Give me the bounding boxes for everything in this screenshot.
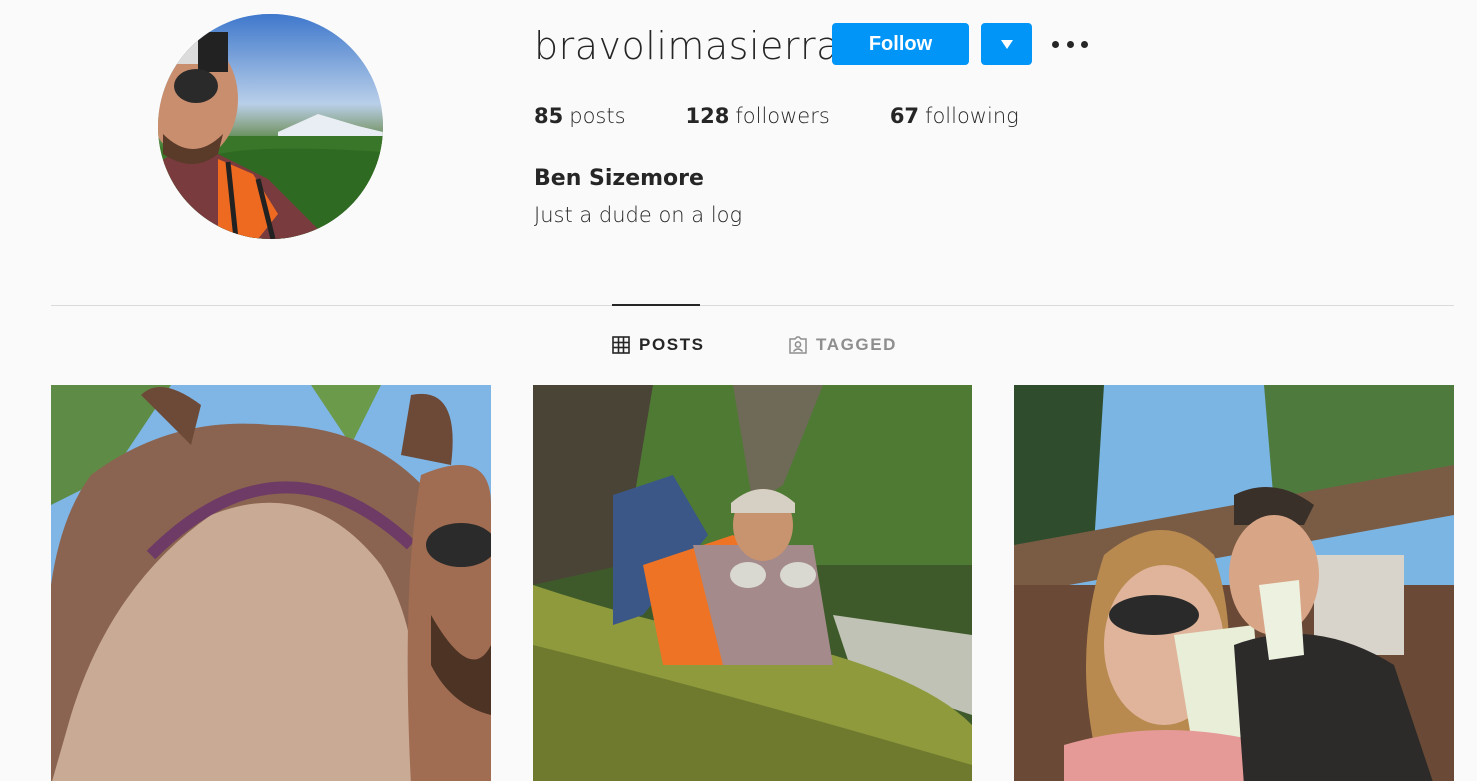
- followers-count-label: followers: [735, 104, 830, 128]
- chevron-down-icon: [1000, 39, 1013, 49]
- following-link[interactable]: 67 following: [890, 104, 1019, 128]
- more-options-button[interactable]: [1052, 34, 1088, 54]
- following-count-label: following: [925, 104, 1019, 128]
- post-thumbnail-horse-selfie[interactable]: [51, 385, 491, 781]
- following-count-number: 67: [889, 104, 920, 128]
- bio: Just a dude on a log: [534, 203, 743, 227]
- posts-count: 85 posts: [534, 104, 626, 128]
- full-name: Ben Sizemore: [534, 166, 704, 191]
- username: bravolimasierra: [534, 24, 840, 68]
- more-options-icon: [1066, 40, 1074, 48]
- post-thumbnail-couple-drinking[interactable]: [1014, 385, 1454, 781]
- grid-icon: [612, 336, 630, 354]
- post-thumbnail-man-on-log[interactable]: [533, 385, 972, 781]
- follow-button[interactable]: Follow: [832, 23, 969, 65]
- tabs-divider: [51, 305, 1454, 306]
- followers-link[interactable]: 128 followers: [686, 104, 830, 128]
- profile-stats: 85 posts 128 followers 67 following: [534, 104, 1079, 128]
- tab-tagged-label: TAGGED: [816, 335, 898, 354]
- tab-tagged[interactable]: TAGGED: [789, 335, 897, 355]
- tab-posts[interactable]: POSTS: [612, 335, 705, 355]
- tagged-icon: [789, 336, 807, 354]
- avatar-image: [158, 14, 383, 239]
- active-tab-indicator: [612, 304, 700, 306]
- couple-drinking-image: [1014, 385, 1454, 781]
- suggested-accounts-button[interactable]: [981, 23, 1032, 65]
- profile-page: bravolimasierra Follow 85 posts 128 follow…: [0, 0, 1477, 781]
- followers-count-number: 128: [685, 104, 730, 128]
- horse-selfie-image: [51, 385, 491, 781]
- tab-posts-label: POSTS: [639, 335, 705, 354]
- more-options-icon: [1081, 40, 1088, 48]
- posts-count-label: posts: [569, 104, 626, 128]
- avatar[interactable]: [158, 14, 383, 239]
- more-options-icon: [1052, 40, 1059, 48]
- posts-count-number: 85: [534, 104, 564, 128]
- man-on-log-image: [533, 385, 972, 781]
